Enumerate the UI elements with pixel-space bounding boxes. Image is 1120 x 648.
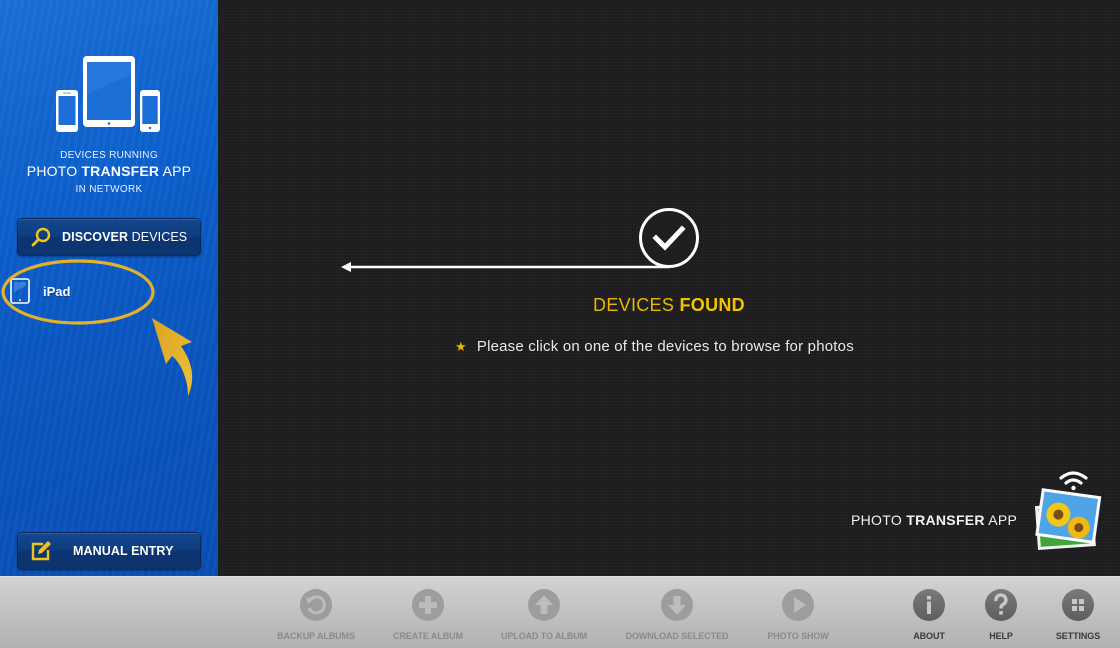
backup-albums-button[interactable]: BACKUP ALBUMS bbox=[256, 589, 376, 641]
sidebar-heading-line1: DEVICES RUNNING bbox=[60, 150, 158, 161]
devices-illustration bbox=[56, 56, 160, 132]
curved-arrow-icon bbox=[152, 318, 193, 396]
app-name-part: PHOTO bbox=[26, 163, 82, 179]
discover-label-bold: DISCOVER bbox=[62, 230, 129, 244]
bottom-toolbar: BACKUP ALBUMS CREATE ALBUM UPLOAD TO ALB… bbox=[0, 576, 1120, 648]
sidebar-heading-line3: IN NETWORK bbox=[75, 184, 143, 195]
devices-found-title: DEVICES FOUND bbox=[0, 295, 1120, 316]
create-album-button[interactable]: CREATE ALBUM bbox=[368, 589, 488, 641]
brand-name: PHOTO TRANSFER APP bbox=[851, 512, 1017, 528]
brand-part: PHOTO bbox=[851, 512, 907, 528]
settings-label: SETTINGS bbox=[1055, 631, 1101, 641]
brand-part: APP bbox=[984, 512, 1018, 528]
search-icon bbox=[31, 227, 51, 247]
app-name-part: APP bbox=[159, 163, 192, 179]
grid-icon bbox=[1062, 589, 1094, 621]
download-arrow-icon bbox=[661, 589, 693, 621]
upload-to-album-label: UPLOAD TO ALBUM bbox=[501, 631, 587, 641]
discover-label-regular: DEVICES bbox=[128, 230, 188, 244]
brand-bold: TRANSFER bbox=[906, 512, 985, 528]
photo-show-button[interactable]: PHOTO SHOW bbox=[738, 589, 858, 641]
plus-icon bbox=[412, 589, 444, 621]
settings-button[interactable]: SETTINGS bbox=[1018, 589, 1120, 641]
app-logo-icon bbox=[1034, 471, 1102, 551]
create-album-label: CREATE ALBUM bbox=[393, 631, 463, 641]
discover-devices-button[interactable]: DISCOVER DEVICES bbox=[17, 218, 201, 256]
star-icon: ★ bbox=[455, 338, 467, 354]
edit-icon bbox=[31, 541, 51, 561]
title-regular: DEVICES bbox=[593, 295, 680, 315]
main-panel bbox=[218, 0, 1120, 576]
upload-to-album-button[interactable]: UPLOAD TO ALBUM bbox=[484, 589, 604, 641]
upload-arrow-icon bbox=[528, 589, 560, 621]
sidebar-heading-app-name: PHOTO TRANSFER APP bbox=[0, 163, 218, 179]
download-selected-button[interactable]: DOWNLOAD SELECTED bbox=[617, 589, 737, 641]
app-name-bold: TRANSFER bbox=[81, 163, 160, 179]
backup-icon bbox=[300, 589, 332, 621]
sidebar: DEVICES RUNNING PHOTO TRANSFER APP IN NE… bbox=[0, 0, 218, 576]
manual-entry-button[interactable]: MANUAL ENTRY bbox=[17, 532, 201, 570]
title-bold: FOUND bbox=[679, 295, 745, 315]
photo-show-label: PHOTO SHOW bbox=[767, 631, 829, 641]
download-selected-label: DOWNLOAD SELECTED bbox=[625, 631, 729, 641]
checkmark-circle-icon bbox=[639, 208, 699, 268]
play-icon bbox=[782, 589, 814, 621]
question-icon bbox=[985, 589, 1017, 621]
backup-albums-label: BACKUP ALBUMS bbox=[277, 631, 355, 641]
discover-devices-label: DISCOVER DEVICES bbox=[62, 230, 187, 244]
manual-entry-label: MANUAL ENTRY bbox=[73, 544, 174, 558]
hint-message: ★ Please click on one of the devices to … bbox=[455, 338, 854, 355]
hint-text: Please click on one of the devices to br… bbox=[476, 338, 854, 355]
